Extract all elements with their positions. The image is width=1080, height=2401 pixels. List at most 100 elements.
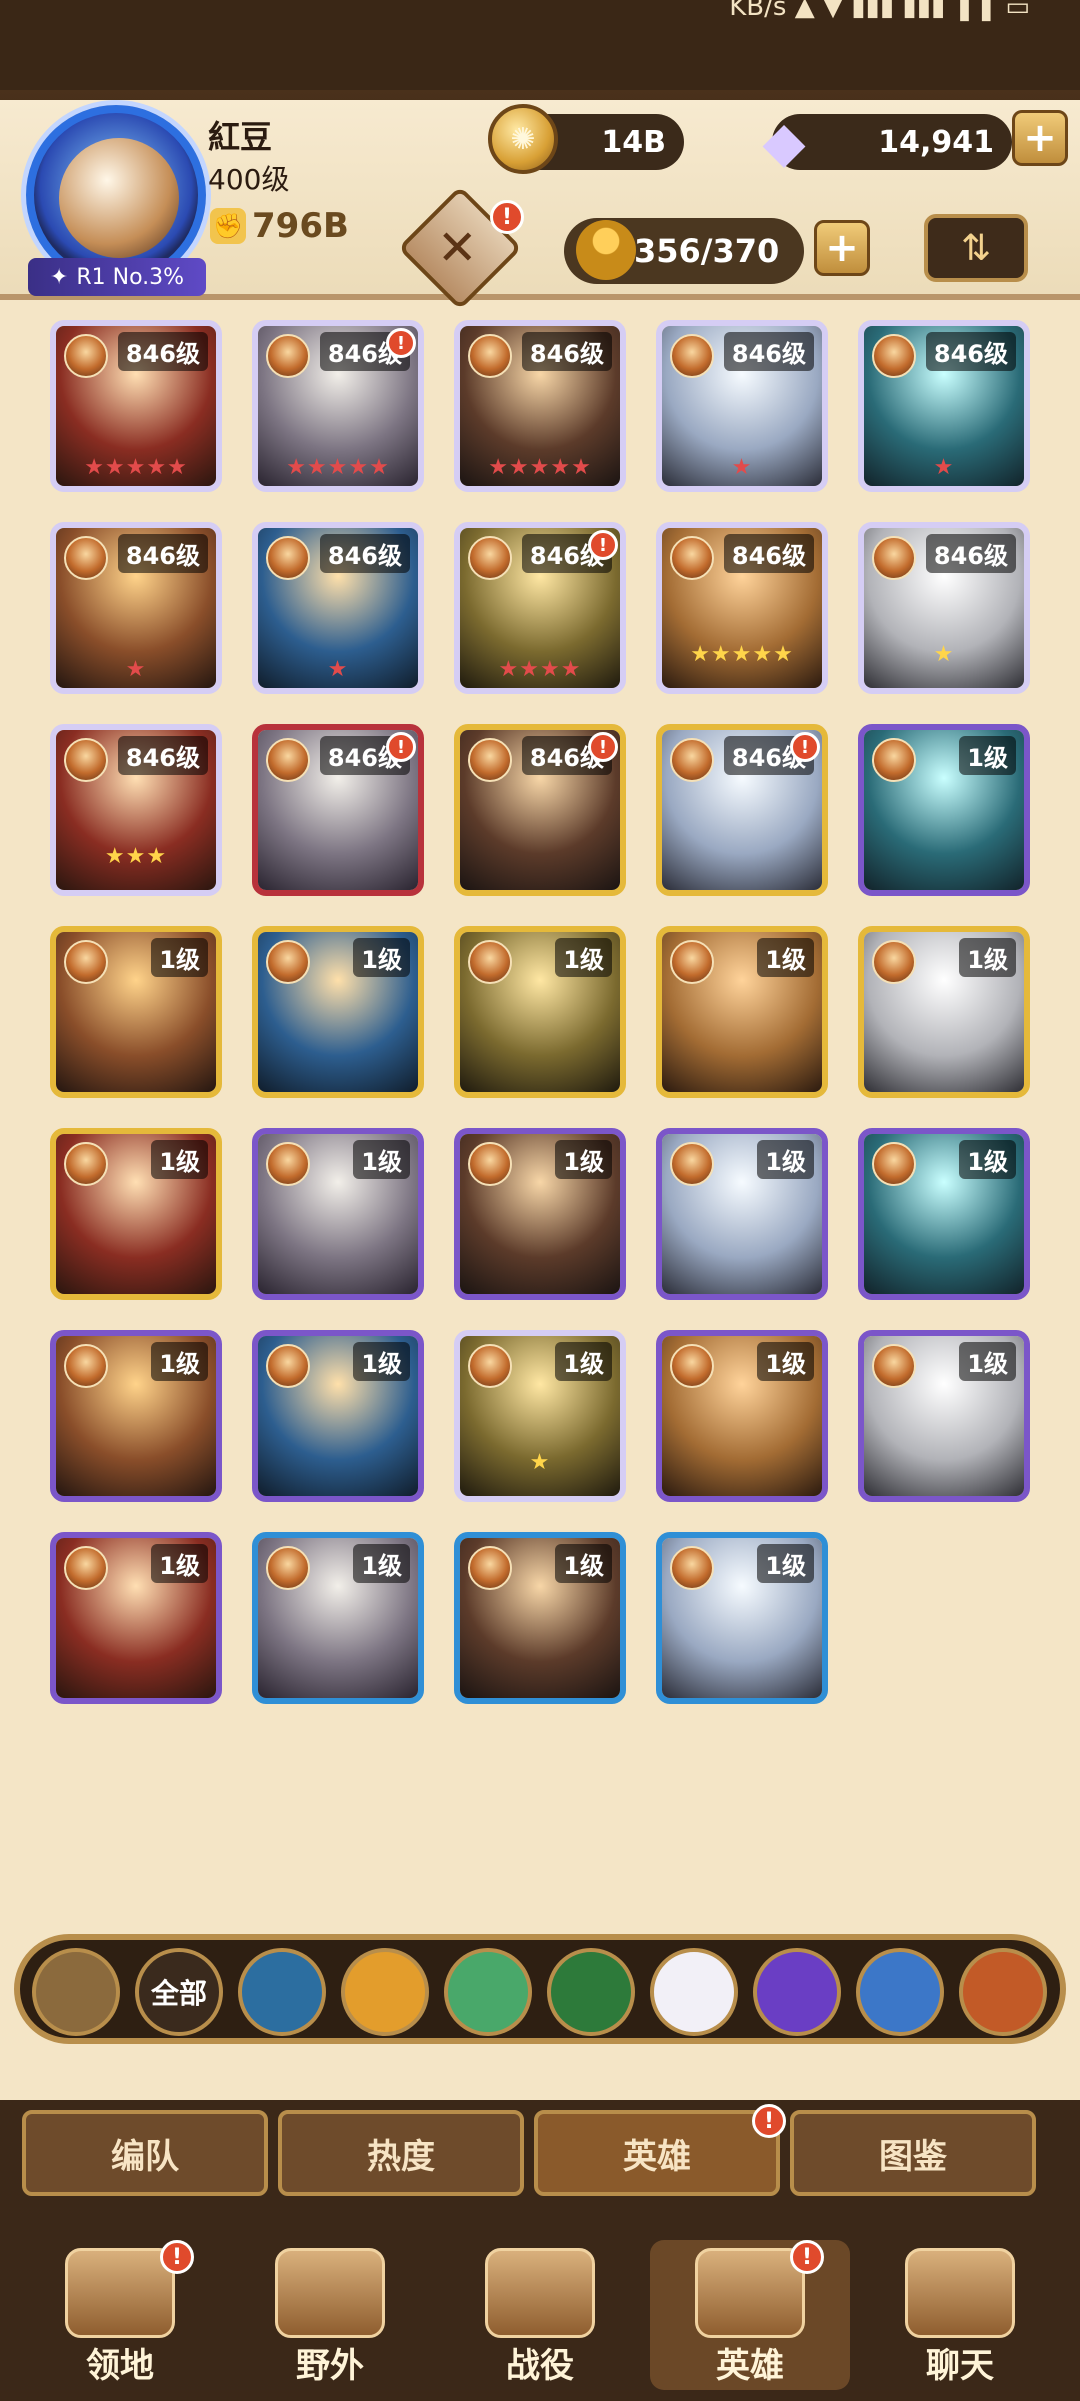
hero-level: 1级 <box>353 1342 410 1381</box>
add-capacity-button[interactable]: + <box>814 220 870 276</box>
rank-text: R1 No.3% <box>76 264 185 290</box>
nav-item[interactable]: 战役 <box>440 2240 640 2390</box>
hero-level: 1级 <box>151 1544 208 1583</box>
faction-icon <box>64 1142 108 1186</box>
hero-card[interactable]: 1级 <box>50 1532 222 1704</box>
hero-card[interactable]: 1级 <box>656 926 828 1098</box>
hero-card[interactable]: 1级 <box>454 926 626 1098</box>
hero-card[interactable]: 846级 ★★★★★ <box>656 522 828 694</box>
faction-icon <box>468 1344 512 1388</box>
hero-card[interactable]: 846级! <box>454 724 626 896</box>
faction-icon <box>872 1142 916 1186</box>
tab-label: 编队 <box>111 2136 179 2177</box>
faction-icon <box>468 536 512 580</box>
tab-0[interactable]: 编队 <box>22 2110 268 2196</box>
hero-stars: ★ <box>933 642 955 667</box>
hero-level: 1级 <box>555 1544 612 1583</box>
sort-button[interactable]: ⇅ <box>924 214 1028 282</box>
star-icon: ✦ <box>49 264 69 290</box>
hero-card[interactable]: 846级! <box>252 724 424 896</box>
hero-card[interactable]: 1级 <box>858 1330 1030 1502</box>
hero-level: 1级 <box>353 938 410 977</box>
status-bar-text: KB/s ▲ ▼ ▮▮▮ ▮▮▮ ❚❚ ▭ <box>729 0 1030 22</box>
nav-label: 英雄 <box>716 2346 784 2386</box>
hero-card[interactable]: 1级 <box>454 1128 626 1300</box>
hero-level: 846级 <box>723 332 814 371</box>
hero-stars: ★ <box>529 1450 551 1475</box>
hero-stars: ★ <box>327 657 349 682</box>
hero-level: 1级 <box>555 1140 612 1179</box>
filter-graveborn-icon[interactable] <box>547 1948 635 2036</box>
hero-card[interactable]: 1级 <box>50 926 222 1098</box>
faction-icon <box>266 940 310 984</box>
hero-card[interactable]: 1级 <box>50 1128 222 1300</box>
hero-card[interactable]: 1级 <box>252 1330 424 1502</box>
faction-icon <box>266 738 310 782</box>
hero-card[interactable]: 846级! <box>656 724 828 896</box>
hero-card[interactable]: 1级 <box>858 1128 1030 1300</box>
faction-filter-bar: 全部 <box>14 1934 1066 2044</box>
hero-card[interactable]: 1级 <box>454 1532 626 1704</box>
faction-icon <box>266 334 310 378</box>
nav-label: 战役 <box>506 2346 574 2386</box>
fist-icon: ✊ <box>210 208 246 244</box>
hero-level: 1级 <box>757 938 814 977</box>
hero-level: 1级 <box>151 1140 208 1179</box>
nav-item[interactable]: 英雄! <box>650 2240 850 2390</box>
faction-icon <box>64 334 108 378</box>
hero-card[interactable]: 846级 ★★★★! <box>454 522 626 694</box>
faction-icon <box>64 738 108 782</box>
filter-dimensional-icon[interactable] <box>856 1948 944 2036</box>
filter-lightbearers-icon[interactable] <box>238 1948 326 2036</box>
hero-card[interactable]: 1级 ★ <box>454 1330 626 1502</box>
nav-icon <box>65 2248 175 2338</box>
player-level: 400级 <box>208 163 290 196</box>
nav-item[interactable]: 聊天 <box>860 2240 1060 2390</box>
hero-card[interactable]: 1级 <box>858 926 1030 1098</box>
nav-item[interactable]: 野外 <box>230 2240 430 2390</box>
add-gems-button[interactable]: + <box>1012 110 1068 166</box>
nav-item[interactable]: 领地! <box>20 2240 220 2390</box>
filter-celestial-icon[interactable] <box>650 1948 738 2036</box>
tab-3[interactable]: 图鉴 <box>790 2110 1036 2196</box>
hero-card[interactable]: 1级 <box>656 1330 828 1502</box>
hero-card[interactable]: 846级 ★★★ <box>50 724 222 896</box>
hero-stars: ★ <box>731 455 753 480</box>
hero-card[interactable]: 1级 <box>656 1532 828 1704</box>
hero-card[interactable]: 846级 ★ <box>858 522 1030 694</box>
tab-1[interactable]: 热度 <box>278 2110 524 2196</box>
filter-faction-icon[interactable] <box>959 1948 1047 2036</box>
nav-icon <box>275 2248 385 2338</box>
hero-level: 1级 <box>959 938 1016 977</box>
hero-card[interactable]: 846级 ★ <box>656 320 828 492</box>
hero-card[interactable]: 1级 <box>252 926 424 1098</box>
faction-icon <box>64 536 108 580</box>
hero-stars: ★★★★★ <box>488 455 592 480</box>
hero-card[interactable]: 846级 ★★★★★ <box>454 320 626 492</box>
hero-level: 846级 <box>319 534 410 573</box>
filter-wilder-icon[interactable] <box>444 1948 532 2036</box>
hero-level: 846级 <box>521 332 612 371</box>
hero-card[interactable]: 1级 <box>50 1330 222 1502</box>
power-value: 796B <box>252 206 349 246</box>
gem-value: 14,941 <box>878 124 994 160</box>
filter-upgrade-icon[interactable] <box>32 1948 120 2036</box>
hero-card[interactable]: 846级 ★★★★★ <box>50 320 222 492</box>
hero-card[interactable]: 846级 ★ <box>252 522 424 694</box>
hero-card[interactable]: 1级 <box>252 1532 424 1704</box>
faction-icon <box>64 1344 108 1388</box>
tab-2[interactable]: 英雄! <box>534 2104 786 2196</box>
hero-card[interactable]: 1级 <box>858 724 1030 896</box>
hero-card[interactable]: 846级 ★ <box>858 320 1030 492</box>
hero-card[interactable]: 1级 <box>656 1128 828 1300</box>
filter-all-icon[interactable]: 全部 <box>135 1948 223 2036</box>
nav-icon <box>695 2248 805 2338</box>
filter-hypogean-icon[interactable] <box>753 1948 841 2036</box>
hero-card[interactable]: 1级 <box>252 1128 424 1300</box>
hero-stars: ★ <box>125 657 147 682</box>
hero-card[interactable]: 846级 ★★★★★! <box>252 320 424 492</box>
filter-mauler-icon[interactable] <box>341 1948 429 2036</box>
hero-card[interactable]: 846级 ★ <box>50 522 222 694</box>
hero-stars: ★ <box>933 455 955 480</box>
hero-level: 1级 <box>555 938 612 977</box>
